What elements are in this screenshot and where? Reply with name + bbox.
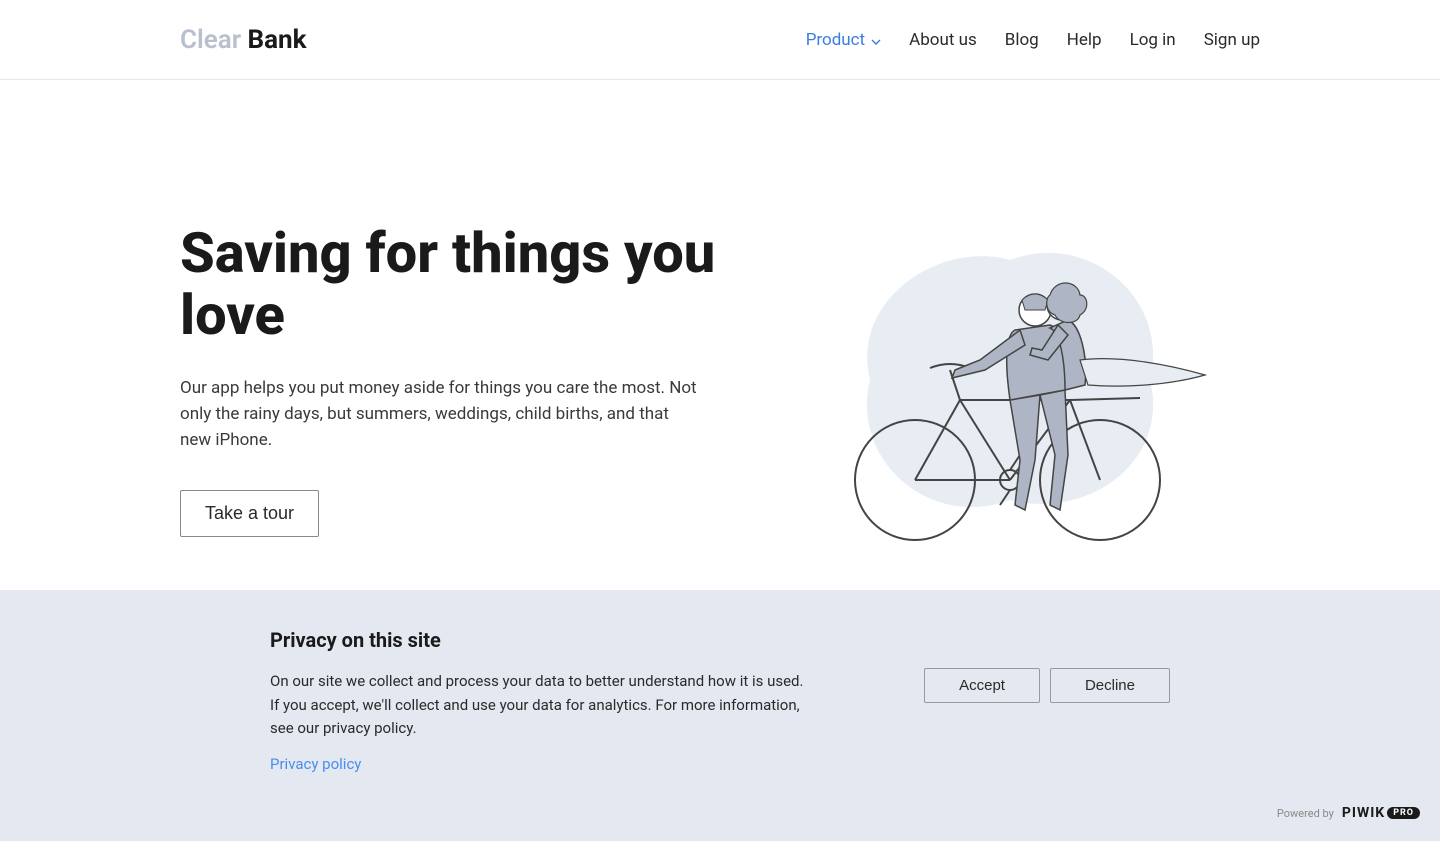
cookie-title: Privacy on this site xyxy=(270,628,810,652)
decline-button[interactable]: Decline xyxy=(1050,668,1170,703)
cookie-text: Privacy on this site On our site we coll… xyxy=(270,628,810,773)
piwik-pro-badge: PRO xyxy=(1387,807,1420,819)
nav-help[interactable]: Help xyxy=(1067,30,1102,50)
privacy-policy-link[interactable]: Privacy policy xyxy=(270,755,361,773)
chevron-down-icon xyxy=(871,30,881,50)
nav-product-label: Product xyxy=(806,30,865,50)
hero-text: Saving for things you love Our app helps… xyxy=(180,223,720,536)
main-nav: Product About us Blog Help Log in Sign u… xyxy=(806,30,1260,50)
nav-product[interactable]: Product xyxy=(806,30,881,50)
powered-by-label: Powered by xyxy=(1277,807,1334,820)
powered-by: Powered by PIWIKPRO xyxy=(0,805,1440,821)
nav-signup[interactable]: Sign up xyxy=(1204,30,1260,50)
logo-bank: Bank xyxy=(241,25,306,55)
hero-title: Saving for things you love xyxy=(180,223,720,346)
hero-body: Our app helps you put money aside for th… xyxy=(180,375,700,454)
cookie-body: On our site we collect and process your … xyxy=(270,670,810,740)
site-header: Clear Bank Product About us Blog Help Lo… xyxy=(0,0,1440,80)
nav-login[interactable]: Log in xyxy=(1130,30,1176,50)
logo-clear: Clear xyxy=(180,25,241,55)
piwik-text: PIWIK xyxy=(1342,805,1385,821)
hero-section: Saving for things you love Our app helps… xyxy=(0,80,1440,560)
hero-illustration xyxy=(760,200,1260,560)
accept-button[interactable]: Accept xyxy=(924,668,1040,703)
cookie-banner: Privacy on this site On our site we coll… xyxy=(0,590,1440,841)
bicycle-couple-icon xyxy=(810,200,1210,560)
nav-blog[interactable]: Blog xyxy=(1005,30,1039,50)
logo[interactable]: Clear Bank xyxy=(180,25,307,55)
cookie-buttons: Accept Decline xyxy=(924,668,1170,703)
nav-about[interactable]: About us xyxy=(909,30,977,50)
piwik-logo: PIWIKPRO xyxy=(1342,805,1420,821)
take-tour-button[interactable]: Take a tour xyxy=(180,490,319,537)
